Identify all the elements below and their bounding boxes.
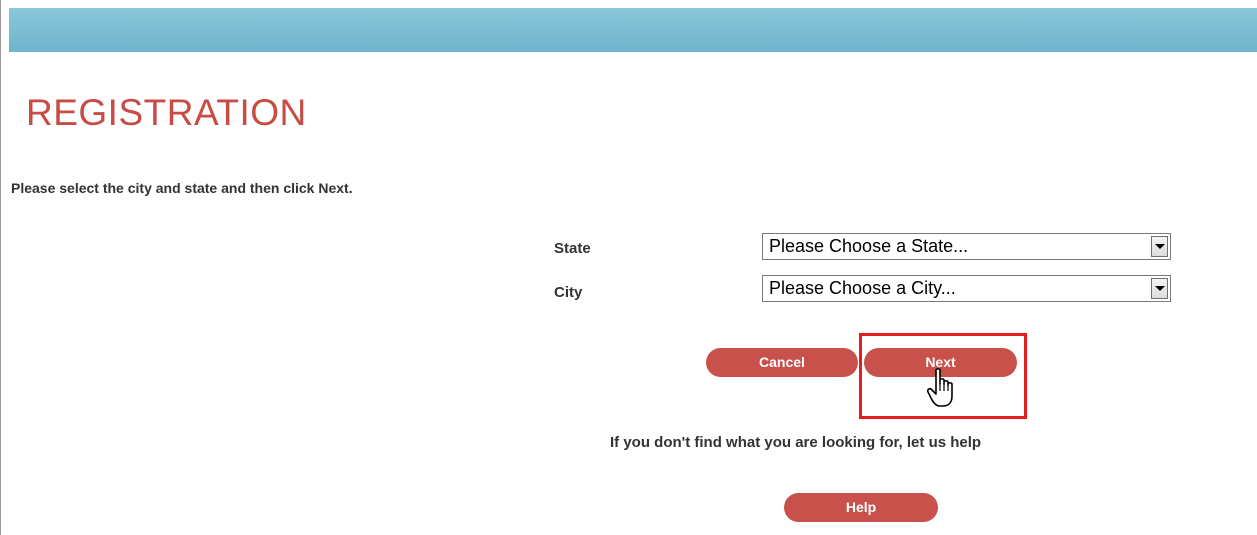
registration-page: REGISTRATION Please select the city and … bbox=[0, 0, 1257, 535]
chevron-down-icon[interactable] bbox=[1151, 236, 1168, 257]
state-select-value: Please Choose a State... bbox=[769, 236, 969, 256]
instructions-text: Please select the city and state and the… bbox=[11, 180, 353, 196]
chevron-down-icon[interactable] bbox=[1151, 278, 1168, 299]
help-button[interactable]: Help bbox=[784, 493, 938, 522]
city-label: City bbox=[554, 284, 583, 301]
hand-pointer-icon bbox=[926, 368, 953, 407]
city-select[interactable]: Please Choose a City... bbox=[762, 275, 1171, 302]
state-label: State bbox=[554, 240, 591, 257]
city-select-value: Please Choose a City... bbox=[769, 278, 956, 298]
page-title: REGISTRATION bbox=[26, 92, 307, 133]
cancel-button[interactable]: Cancel bbox=[706, 348, 858, 377]
top-banner bbox=[9, 8, 1257, 52]
state-select[interactable]: Please Choose a State... bbox=[762, 233, 1171, 260]
help-prompt-text: If you don't find what you are looking f… bbox=[610, 434, 982, 451]
